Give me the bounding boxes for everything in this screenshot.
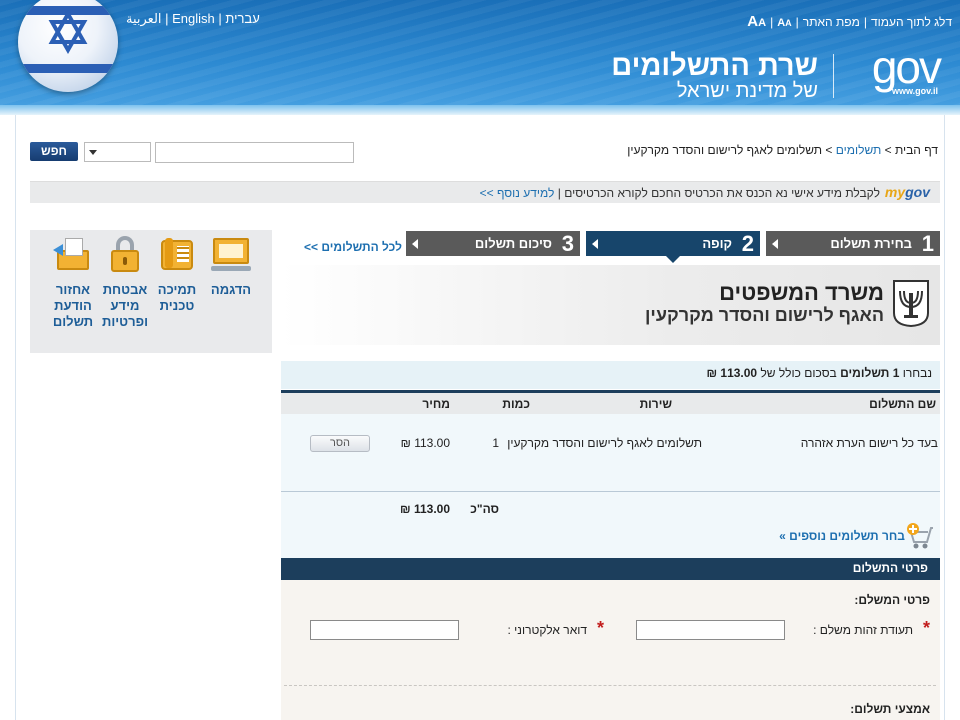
logo-divider	[833, 54, 834, 98]
payment-means-title: אמצעי תשלום:	[850, 702, 930, 716]
summary-total-label: בסכום כולל של	[760, 366, 837, 380]
required-marker-icon: *	[922, 618, 930, 638]
total-label: סה"כ	[470, 502, 499, 516]
shopping-cart-add-icon[interactable]	[906, 522, 936, 550]
email-field[interactable]	[310, 620, 459, 640]
ministry-title: משרד המשפטים	[719, 280, 884, 305]
site-logo[interactable]: שרת התשלומים של מדינת ישראל gov www.gov.…	[611, 40, 946, 102]
skip-to-content-link[interactable]: דלג לתוך העמוד	[871, 15, 952, 29]
payer-id-field[interactable]	[636, 620, 785, 640]
summary-chosen-label: נבחרו	[902, 366, 932, 380]
summary-count: 1 תשלומים	[840, 366, 900, 380]
side-item-label: הדגמה	[210, 282, 252, 297]
step-number: 2	[741, 231, 754, 256]
payment-summary: נבחרו 1 תשלומים בסכום כולל של 113.00 ₪	[281, 361, 940, 389]
all-payments-link[interactable]: לכל התשלומים >>	[304, 240, 402, 254]
language-links: العربية | English | עברית	[126, 11, 260, 26]
site-subtitle: של מדינת ישראל	[676, 80, 818, 102]
table-total-row: סה"כ 113.00 ₪	[281, 492, 940, 522]
phone-support-icon	[157, 236, 197, 272]
row-payment-name: בעד כל רישום הערת אזהרה	[800, 436, 938, 450]
ministry-banner: משרד המשפטים האגף לרישום והסדר מקרקעין	[281, 265, 940, 345]
step-label: בחירת תשלום	[830, 236, 912, 251]
font-increase-button[interactable]: AA	[747, 13, 766, 30]
ministry-subtitle: האגף לרישום והסדר מקרקעין	[644, 305, 884, 325]
search-input[interactable]	[155, 142, 354, 163]
payment-details-form: פרטי המשלם: * תעודת זהות משלם : * דואר א…	[281, 580, 940, 720]
retrieve-receipt-icon	[53, 236, 93, 272]
row-qty: 1	[492, 436, 499, 450]
choose-more-payments-link[interactable]: בחר תשלומים נוספים »	[779, 529, 905, 543]
chevron-left-icon	[412, 239, 418, 249]
summary-total-value: 113.00 ₪	[706, 366, 758, 380]
header-bottom-strip	[0, 105, 960, 115]
lang-arabic-link[interactable]: العربية	[126, 11, 162, 26]
gov-url: www.gov.il	[891, 86, 938, 96]
chevron-left-icon	[772, 239, 778, 249]
col-header-qty: כמות	[502, 397, 530, 411]
col-header-service: שירות	[639, 397, 672, 411]
site-map-link[interactable]: מפת האתר	[803, 15, 860, 29]
side-item-tech-support[interactable]: תמיכה טכנית	[150, 236, 204, 314]
search-button[interactable]: חפש	[30, 142, 78, 161]
mygov-bar: mygov לקבלת מידע אישי נא הכנס את הכרטיס …	[30, 181, 940, 203]
padlock-icon	[105, 236, 145, 272]
lang-hebrew-link[interactable]: עברית	[225, 11, 259, 26]
step-number: 1	[921, 231, 934, 256]
total-value: 113.00 ₪	[400, 502, 450, 516]
mygov-more-info-link[interactable]: למידע נוסף >>	[480, 186, 555, 200]
demo-screen-icon	[211, 236, 251, 272]
step-label: סיכום תשלום	[474, 236, 552, 251]
col-header-name: שם התשלום	[869, 397, 936, 411]
email-label: דואר אלקטרוני :	[507, 623, 587, 637]
side-item-label: תמיכה טכנית	[157, 282, 197, 313]
site-header: العربية | English | עברית דלג לתוך העמוד…	[0, 0, 960, 115]
site-title: שרת התשלומים	[611, 50, 818, 82]
row-price: 113.00 ₪	[400, 436, 450, 450]
breadcrumb-current: תשלומים לאגף לרישום והסדר מקרקעין	[627, 143, 823, 157]
chevron-left-icon	[592, 239, 598, 249]
payments-table-body: בעד כל רישום הערת אזהרה תשלומים לאגף לרי…	[281, 414, 940, 492]
breadcrumb: דף הבית > תשלומים > תשלומים לאגף לרישום …	[627, 143, 938, 157]
table-row: בעד כל רישום הערת אזהרה תשלומים לאגף לרי…	[281, 414, 940, 492]
payments-table-header: שם התשלום שירות כמות מחיר	[281, 390, 940, 414]
step-summary[interactable]: 3 סיכום תשלום	[406, 231, 580, 256]
top-utility-links: דלג לתוך העמוד|מפת האתר|AA | AA	[747, 13, 952, 30]
required-marker-icon: *	[596, 618, 604, 638]
side-item-demo[interactable]: הדגמה	[204, 236, 258, 298]
side-item-retrieve-receipt[interactable]: אחזור הודעת תשלום	[46, 236, 100, 330]
mygov-message: לקבלת מידע אישי נא הכנס את הכרטיס החכם ל…	[479, 186, 880, 200]
payment-details-title: פרטי התשלום	[852, 561, 928, 575]
step-checkout[interactable]: 2 קופה	[586, 231, 760, 256]
side-item-security[interactable]: אבטחת מידע ופרטיות	[98, 236, 152, 330]
mygov-logo: mygov	[884, 184, 930, 200]
state-emblem-icon	[892, 279, 930, 328]
more-payments-area: בחר תשלומים נוספים »	[281, 522, 940, 558]
section-divider	[284, 685, 936, 686]
payer-id-label: תעודת זהות משלם :	[813, 623, 913, 637]
breadcrumb-payments[interactable]: תשלומים	[836, 143, 882, 157]
chevron-down-icon	[89, 150, 97, 155]
row-service: תשלומים לאגף לרישום והסדר מקרקעין	[507, 436, 702, 450]
payment-details-header: פרטי התשלום	[281, 558, 940, 580]
step-choose-payment[interactable]: 1 בחירת תשלום	[766, 231, 940, 256]
side-panel: הדגמה תמיכה טכנית אבטחת מידע ופרטיות אחז…	[30, 230, 272, 353]
font-decrease-button[interactable]: AA	[777, 17, 791, 29]
side-item-label: אבטחת מידע ופרטיות	[101, 282, 148, 329]
active-step-pointer	[666, 256, 680, 263]
lang-english-link[interactable]: English	[172, 11, 215, 26]
search-scope-select[interactable]	[84, 142, 151, 162]
remove-button[interactable]: הסר	[310, 435, 370, 452]
col-header-price: מחיר	[422, 397, 450, 411]
side-item-label: אחזור הודעת תשלום	[52, 282, 94, 329]
step-label: קופה	[702, 236, 732, 251]
step-number: 3	[561, 231, 574, 256]
payer-details-title: פרטי המשלם:	[854, 593, 930, 607]
breadcrumb-home[interactable]: דף הבית	[895, 143, 938, 157]
